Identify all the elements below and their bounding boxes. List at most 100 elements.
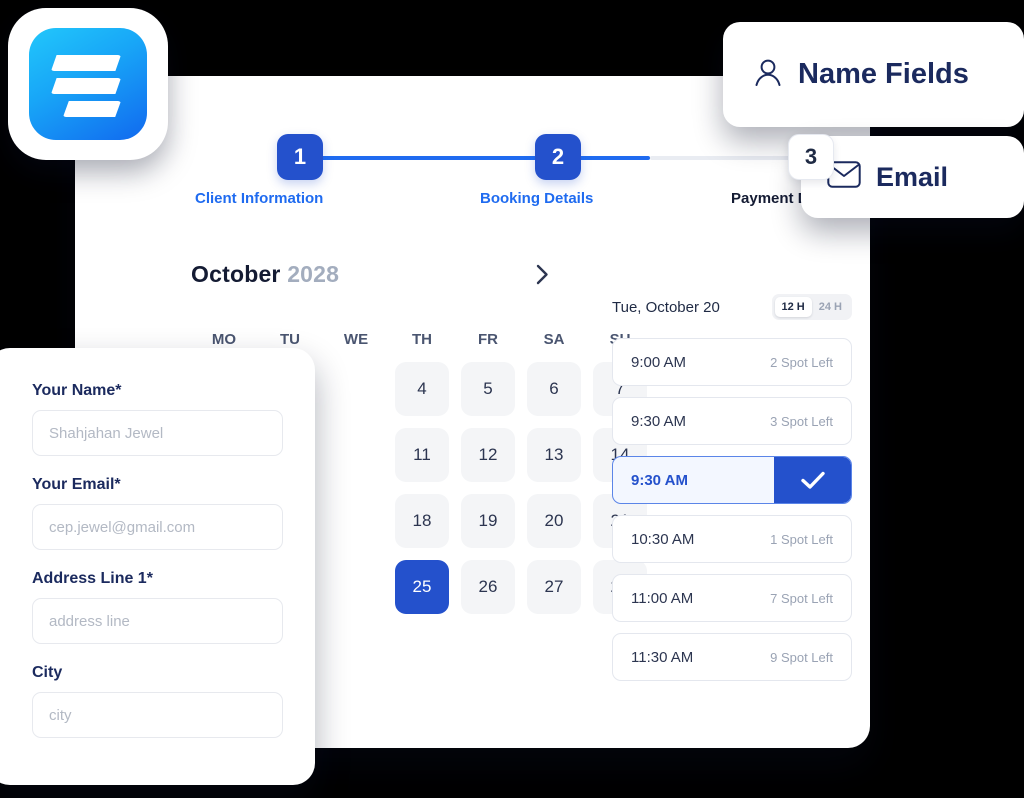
calendar-day[interactable]: 4 (395, 362, 449, 416)
calendar-cell: 20 (521, 488, 587, 554)
your-name-input[interactable] (32, 410, 283, 456)
time-slot-spots: 7 Spot Left (770, 590, 833, 606)
time-slot[interactable]: 11:00 AM 7 Spot Left (612, 574, 852, 622)
selected-date-label: Tue, October 20 (612, 298, 720, 316)
time-format-toggle[interactable]: 12 H 24 H (771, 294, 852, 320)
city-input[interactable] (32, 692, 283, 738)
form-label-your-name: Your Name* (32, 382, 122, 399)
calendar-day[interactable]: 11 (395, 428, 449, 482)
calendar-day[interactable]: 12 (461, 428, 515, 482)
calendar-cell (323, 356, 389, 422)
calendar-day[interactable]: 6 (527, 362, 581, 416)
calendar-day-empty (329, 560, 383, 614)
calendar-day-empty (329, 428, 383, 482)
calendar-cell: 5 (455, 356, 521, 422)
calendar-cell: 19 (455, 488, 521, 554)
client-information-form-card: Your Name* Your Email* Address Line 1* C… (0, 348, 315, 785)
time-slot-spots: 9 Spot Left (770, 649, 833, 665)
form-field-your-email: Your Email* (32, 476, 283, 550)
stepper-label-client-information: Client Information (195, 190, 324, 207)
address-line-1-input[interactable] (32, 598, 283, 644)
your-email-input[interactable] (32, 504, 283, 550)
time-slot-list: 9:00 AM 2 Spot Left 9:30 AM 3 Spot Left … (612, 338, 852, 681)
calendar-cell: 26 (455, 554, 521, 620)
check-icon[interactable] (774, 457, 851, 503)
calendar-cell: 4 (389, 356, 455, 422)
calendar-title: October 2028 (191, 261, 339, 288)
logo-bar-middle (51, 78, 121, 94)
calendar-cell: 18 (389, 488, 455, 554)
calendar-cell (323, 554, 389, 620)
calendar-weekday-sa: SA (543, 330, 565, 348)
logo-bar-bottom (63, 101, 121, 117)
calendar-cell: 6 (521, 356, 587, 422)
calendar-day[interactable]: 19 (461, 494, 515, 548)
feature-chip-name-fields[interactable]: Name Fields (723, 22, 1024, 127)
calendar-day[interactable]: 5 (461, 362, 515, 416)
stepper-step-3[interactable]: 3 (788, 134, 834, 180)
calendar-cell: 25 (389, 554, 455, 620)
stepper-step-1[interactable]: 1 (277, 134, 323, 180)
calendar-day[interactable]: 26 (461, 560, 515, 614)
calendar-cell (323, 488, 389, 554)
time-slot-time: 9:00 AM (631, 353, 687, 371)
calendar-year: 2028 (287, 260, 340, 287)
fluent-forms-logo-icon (29, 28, 147, 140)
user-icon (753, 56, 783, 93)
time-slot-time: 9:30 AM (631, 412, 687, 430)
screenshot-stage: 1 2 3 Client Information Booking Details… (0, 0, 1024, 798)
time-slot[interactable]: 9:30 AM 3 Spot Left (612, 397, 852, 445)
feature-chip-label: Email (876, 161, 949, 192)
form-field-city: City (32, 664, 283, 738)
time-slot-time: 11:30 AM (631, 648, 694, 666)
form-field-address-line-1: Address Line 1* (32, 570, 283, 644)
stepper-step-2-number: 2 (551, 144, 565, 169)
form-label-address-line-1: Address Line 1* (32, 570, 153, 587)
stepper-step-1-number: 1 (293, 144, 307, 169)
time-slot-spots: 1 Spot Left (770, 531, 833, 547)
feature-chip-label: Name Fields (798, 58, 969, 90)
calendar-cell: 12 (455, 422, 521, 488)
calendar-day[interactable]: 18 (395, 494, 449, 548)
calendar-cell (323, 422, 389, 488)
calendar-day-empty (329, 494, 383, 548)
calendar-day[interactable]: 13 (527, 428, 581, 482)
time-slot-time: 10:30 AM (631, 530, 695, 548)
feature-chip-email[interactable]: Email (801, 136, 1024, 218)
chevron-right-icon[interactable] (527, 259, 557, 289)
calendar-day-empty (329, 362, 383, 416)
stepper-step-2[interactable]: 2 (535, 134, 581, 180)
time-slot-spots: 3 Spot Left (770, 413, 833, 429)
form-label-your-email: Your Email* (32, 476, 121, 493)
form-label-city: City (32, 664, 63, 681)
calendar-weekday-fr: FR (478, 330, 498, 348)
calendar-month: October (191, 260, 281, 287)
time-slot[interactable]: 9:00 AM 2 Spot Left (612, 338, 852, 386)
calendar-header: October 2028 (115, 256, 585, 292)
calendar-day[interactable]: 20 (527, 494, 581, 548)
time-slot-selected[interactable]: 9:30 AM (612, 456, 852, 504)
time-format-24h[interactable]: 24 H (812, 297, 849, 317)
logo-bar-top (51, 55, 121, 71)
time-slot[interactable]: 11:30 AM 9 Spot Left (612, 633, 852, 681)
time-slot[interactable]: 10:30 AM 1 Spot Left (612, 515, 852, 563)
time-slot-time: 11:00 AM (631, 589, 694, 607)
time-format-12h[interactable]: 12 H (774, 297, 812, 317)
calendar-day-selected[interactable]: 25 (395, 560, 449, 614)
calendar-weekday-th: TH (412, 330, 432, 348)
calendar-cell: 11 (389, 422, 455, 488)
time-slot-spots: 2 Spot Left (770, 354, 833, 370)
app-logo-badge (8, 8, 168, 160)
stepper-progress-line-completed (320, 156, 650, 160)
time-slot-time: 9:30 AM (631, 471, 688, 489)
stepper-step-3-number: 3 (804, 144, 818, 169)
booking-stepper: 1 2 3 Client Information Booking Details… (195, 134, 910, 224)
calendar-day[interactable]: 27 (527, 560, 581, 614)
time-slots-panel: Tue, October 20 12 H 24 H 9:00 AM 2 Spot… (612, 292, 852, 681)
time-slots-header: Tue, October 20 12 H 24 H (612, 292, 852, 322)
form-field-your-name: Your Name* (32, 382, 283, 456)
calendar-cell: 27 (521, 554, 587, 620)
calendar-weekday-we: WE (343, 330, 369, 348)
calendar-cell: 13 (521, 422, 587, 488)
stepper-label-booking-details: Booking Details (480, 190, 594, 207)
